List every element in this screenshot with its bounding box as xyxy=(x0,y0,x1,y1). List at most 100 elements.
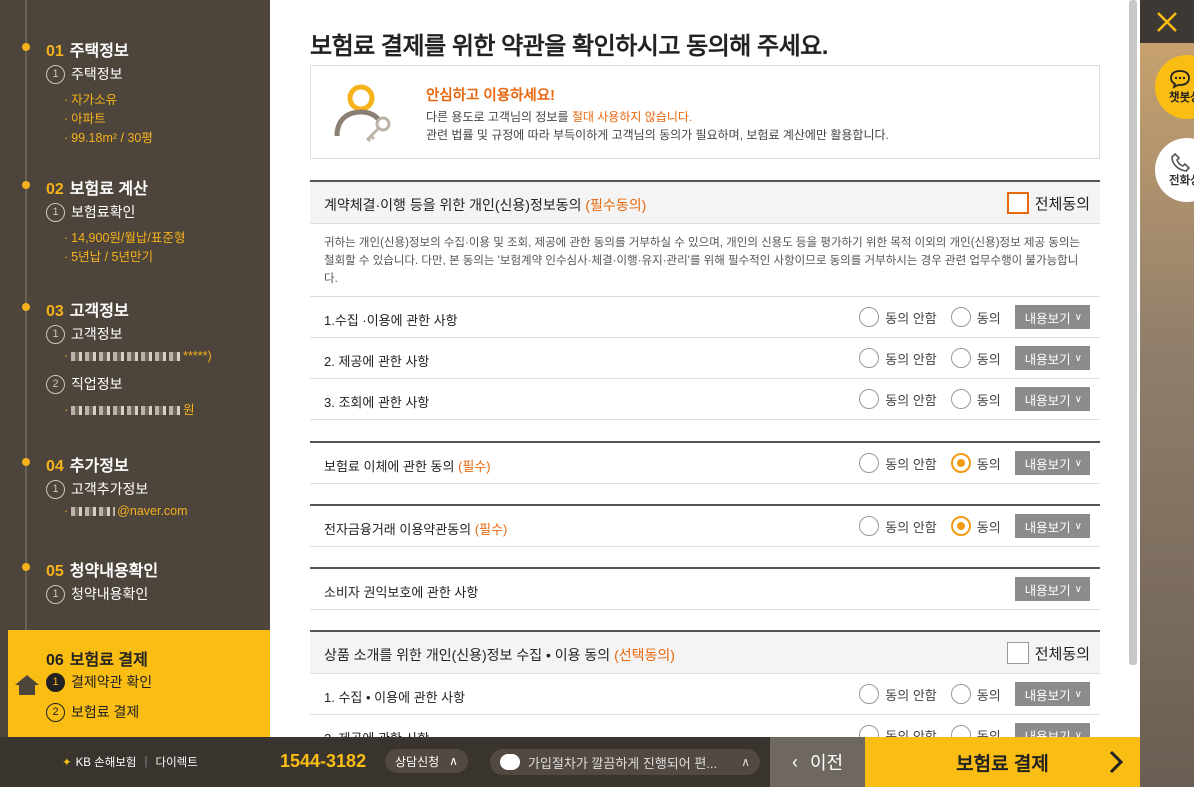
step-dot xyxy=(22,458,30,466)
radio-circle[interactable] xyxy=(859,453,880,473)
substep[interactable]: 1 청약내용확인 xyxy=(46,584,148,604)
radio-circle[interactable] xyxy=(950,348,971,368)
agree-radio[interactable]: 동의 xyxy=(950,348,1001,368)
pay-premium-button[interactable]: 보험료 결제 xyxy=(865,737,1140,787)
row-options: 동의 안함 동의 내용보기 ∨ xyxy=(859,723,1090,737)
radio-circle[interactable] xyxy=(859,348,880,368)
chevron-up-icon: ∧ xyxy=(741,755,750,769)
row-label: 1. 수집 • 이용에 관한 사항 xyxy=(324,690,466,705)
view-content-button[interactable]: 내용보기 ∨ xyxy=(1014,723,1090,737)
step-detail: 14,900원/월납/표준형 xyxy=(64,227,185,246)
view-content-button[interactable]: 내용보기 ∨ xyxy=(1014,577,1090,601)
agreement-row: 소비자 권익보호에 관한 사항 내용보기 ∨ xyxy=(310,569,1100,610)
substep[interactable]: 1 고객추가정보 xyxy=(46,479,148,499)
notice-line-2: 관련 법률 및 규정에 따라 부득이하게 고객님의 동의가 필요하며, 보험료 … xyxy=(426,128,889,142)
substep-current[interactable]: 1 결제약관 확인 xyxy=(46,672,152,692)
radio-circle[interactable] xyxy=(950,684,971,704)
checkbox-box[interactable] xyxy=(1006,192,1029,214)
chevron-down-icon: ∨ xyxy=(1074,520,1082,532)
close-button[interactable] xyxy=(1140,0,1194,43)
step-dot xyxy=(22,43,30,51)
radio-circle-selected[interactable] xyxy=(950,516,971,536)
step-dot xyxy=(22,303,30,311)
step-title: 06 보험료 결제 xyxy=(46,652,148,669)
view-content-button[interactable]: 내용보기 ∨ xyxy=(1014,387,1090,411)
view-content-button[interactable]: 내용보기 ∨ xyxy=(1014,514,1090,538)
agree-radio[interactable]: 동의 xyxy=(950,725,1001,737)
row-options: 내용보기 ∨ xyxy=(1014,577,1090,601)
agreement-row: 보험료 이체에 관한 동의 (필수) 동의 안함 동의 내용보기 ∨ xyxy=(310,443,1100,484)
scrollbar[interactable] xyxy=(1129,0,1137,665)
view-content-button[interactable]: 내용보기 ∨ xyxy=(1014,451,1090,475)
agreement-row: 2. 제공에 관한 사항 동의 안함 동의 내용보기∨ xyxy=(310,338,1100,379)
step-title: 04 추가정보 xyxy=(46,458,129,475)
step-06-active[interactable]: 06 보험료 결제 1 결제약관 확인 2 보험료 결제 xyxy=(8,630,270,737)
agree-radio[interactable]: 동의 xyxy=(950,389,1001,409)
step-detail: 원 xyxy=(64,399,195,418)
agreement-row: 1. 수집 • 이용에 관한 사항 동의 안함 동의 내용보기 ∨ xyxy=(310,674,1100,715)
disagree-radio[interactable]: 동의 안함 xyxy=(859,725,937,737)
radio-circle[interactable] xyxy=(859,684,880,704)
radio-circle[interactable] xyxy=(950,389,971,409)
radio-circle-selected[interactable] xyxy=(950,453,971,473)
disagree-radio[interactable]: 동의 안함 xyxy=(859,389,937,409)
substep[interactable]: 1 주택정보 xyxy=(46,64,123,84)
phone-number[interactable]: 1544-3182 xyxy=(280,751,366,772)
block-header: 상품 소개를 위한 개인(신용)정보 수집 • 이용 동의 (선택동의) 전체동… xyxy=(310,632,1100,674)
previous-button[interactable]: ‹ 이전 xyxy=(770,737,865,787)
person-key-icon xyxy=(334,84,391,142)
step-title: 02 보험료 계산 xyxy=(46,181,148,198)
step-dot xyxy=(22,181,30,189)
agree-radio[interactable]: 동의 xyxy=(950,516,1001,536)
agree-all-checkbox[interactable]: 전체동의 xyxy=(1006,642,1090,664)
review-message-ticker[interactable]: 가입절차가 깔끔하게 진행되어 편... ∧ xyxy=(490,749,760,775)
checkbox-box[interactable] xyxy=(1006,642,1029,664)
row-label: 1.수집 ·이용에 관한 사항 xyxy=(324,313,458,328)
radio-circle[interactable] xyxy=(859,389,880,409)
chevron-up-icon: ∧ xyxy=(449,754,458,768)
agreement-block-transfer: 보험료 이체에 관한 동의 (필수) 동의 안함 동의 내용보기 ∨ xyxy=(310,441,1100,484)
main-panel: 보험료 결제를 위한 약관을 확인하시고 동의해 주세요. 안심하고 이용하세요… xyxy=(270,0,1140,737)
disagree-radio[interactable]: 동의 안함 xyxy=(859,516,937,536)
disagree-radio[interactable]: 동의 안함 xyxy=(859,684,937,704)
progress-sidebar: 01주택정보 1주택정보 자가소유 아파트 99.18m² / 30평 02보험… xyxy=(0,0,270,737)
bottom-bar: ✦ KB 손해보험 | 다이렉트 1544-3182 상담신청 ∧ 가입절차가 깔끔하… xyxy=(0,737,1140,787)
consult-request-button[interactable]: 상담신청 ∧ xyxy=(385,749,468,773)
chevron-down-icon: ∨ xyxy=(1074,393,1082,405)
radio-circle[interactable] xyxy=(859,725,880,737)
redacted-text xyxy=(71,507,116,517)
radio-circle[interactable] xyxy=(950,725,971,737)
step-title: 01 주택정보 xyxy=(46,43,129,60)
home-icon xyxy=(15,675,39,695)
view-content-button[interactable]: 내용보기 ∨ xyxy=(1014,346,1090,370)
disagree-radio[interactable]: 동의 안함 xyxy=(859,348,937,368)
substep[interactable]: 2 직업정보 xyxy=(46,374,123,394)
row-options: 동의 안함 동의 내용보기 ∨ xyxy=(859,305,1090,329)
step-detail: 자가소유 xyxy=(64,89,117,108)
chevron-down-icon: ∨ xyxy=(1074,688,1082,700)
agreement-row: 2. 제공에 관한 사항 동의 안함 동의 내용보기∨ xyxy=(310,715,1100,737)
view-content-button[interactable]: 내용보기 ∨ xyxy=(1014,682,1090,706)
view-content-button[interactable]: 내용보기 ∨ xyxy=(1014,305,1090,329)
disagree-radio[interactable]: 동의 안함 xyxy=(859,307,937,327)
agreement-row: 전자금융거래 이용약관동의 (필수) 동의 안함 동의 내용보기 ∨ xyxy=(310,506,1100,547)
radio-circle[interactable] xyxy=(950,307,971,327)
agree-radio[interactable]: 동의 xyxy=(950,684,1001,704)
row-options: 동의 안함 동의 내용보기 ∨ xyxy=(859,387,1090,411)
row-label: 3. 조회에 관한 사항 xyxy=(324,395,430,410)
chat-bubble-icon xyxy=(500,754,520,770)
agree-all-checkbox[interactable]: 전체동의 xyxy=(1006,192,1090,214)
substep[interactable]: 1 고객정보 xyxy=(46,324,123,344)
agree-radio[interactable]: 동의 xyxy=(950,307,1001,327)
step-detail: 5년납 / 5년만기 xyxy=(64,246,153,265)
block-title: 계약체결·이행 등을 위한 개인(신용)정보동의 (필수동의) xyxy=(324,197,647,213)
substep[interactable]: 2 보험료 결제 xyxy=(46,702,139,722)
notice-heading: 안심하고 이용하세요! xyxy=(426,88,555,104)
radio-circle[interactable] xyxy=(859,307,880,327)
row-label: 2. 제공에 관한 사항 xyxy=(324,728,429,737)
radio-circle[interactable] xyxy=(859,516,880,536)
agree-radio[interactable]: 동의 xyxy=(950,453,1001,473)
disagree-radio[interactable]: 동의 안함 xyxy=(859,453,937,473)
brand-logo: ✦ KB 손해보험 | 다이렉트 xyxy=(62,756,198,769)
substep[interactable]: 1 보험료확인 xyxy=(46,202,135,222)
